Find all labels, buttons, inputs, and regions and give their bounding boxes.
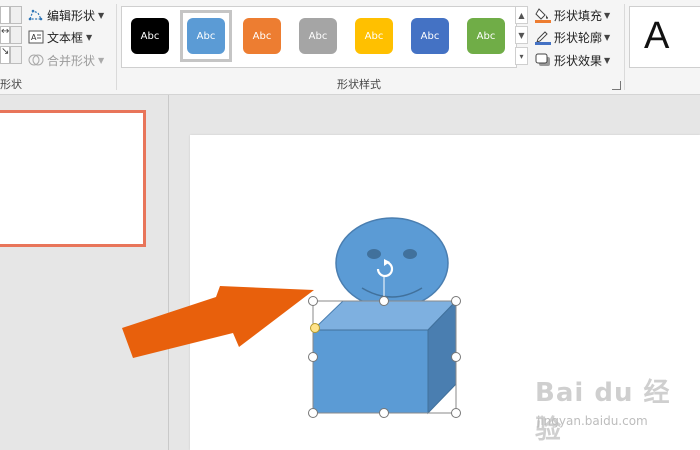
watermark-brand: Bai du 经验 — [535, 378, 671, 445]
smiley-head-shape[interactable] — [335, 217, 449, 309]
cube-shape[interactable] — [311, 299, 458, 415]
watermark-url: jingyan.baidu.com — [537, 414, 648, 428]
adjustment-handle[interactable] — [310, 323, 320, 333]
baidu-watermark: Bai du 经验 jingyan.baidu.com — [535, 372, 695, 445]
annotation-arrow — [122, 286, 314, 358]
